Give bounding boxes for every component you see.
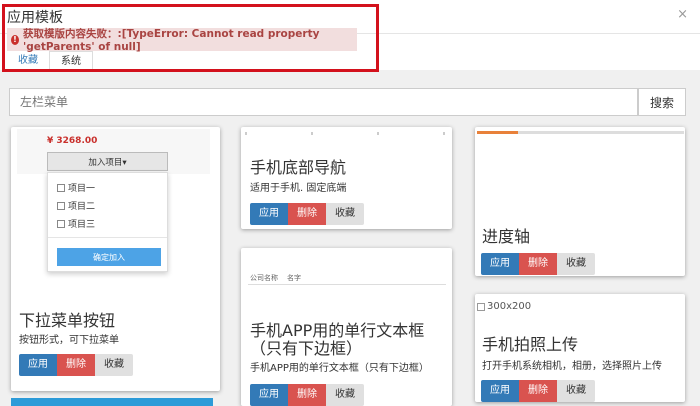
field-label: 公司名称 (250, 274, 278, 282)
card-actions: 应用 删除 收藏 (250, 384, 364, 406)
card-actions: 应用 删除 收藏 (481, 253, 595, 275)
tab-favorites[interactable]: 收藏 (7, 51, 49, 70)
card-description: 手机APP用的单行文本框（只有下边框） (250, 363, 429, 374)
checkbox[interactable] (57, 219, 65, 228)
card-title: 进度轴 (482, 227, 531, 246)
dropdown-menu: 项目一 项目二 项目三 确定加入 (47, 172, 168, 272)
dialog-title: 应用模板 (7, 10, 63, 26)
broken-image-icon (477, 302, 485, 311)
confirm-add-button[interactable]: 确定加入 (57, 248, 161, 266)
dropdown-item-label: 项目三 (68, 220, 96, 230)
apply-button[interactable]: 应用 (250, 203, 288, 225)
delete-button[interactable]: 删除 (288, 384, 326, 406)
dropdown-divider (48, 237, 167, 238)
card-actions: 应用 删除 收藏 (481, 380, 595, 402)
add-to-project-dropdown[interactable]: 加入项目▾ (47, 152, 168, 171)
card-title: 手机底部导航 (250, 158, 347, 177)
error-icon: ! (11, 34, 19, 45)
price-label: ¥ 3268.00 (47, 136, 98, 146)
search-button[interactable]: 搜索 (638, 88, 686, 116)
apply-button[interactable]: 应用 (481, 253, 519, 275)
field-label: 名字 (287, 274, 301, 282)
card-description: 按钮形式，可下拉菜单 (19, 335, 119, 346)
card-title-line2: （只有下边框） (250, 339, 363, 358)
progress-fill (477, 131, 519, 134)
error-message: 获取模版内容失败：:[TypeError: Cannot read proper… (23, 28, 320, 53)
dropdown-item[interactable]: 项目一 (57, 181, 95, 194)
card-description: 打开手机系统相机，相册，选择照片上传 (482, 361, 662, 372)
checkbox[interactable] (57, 183, 65, 192)
favorite-button[interactable]: 收藏 (95, 354, 133, 376)
favorite-button[interactable]: 收藏 (557, 380, 595, 402)
card-title: 手机拍照上传 (482, 335, 579, 354)
favorite-button[interactable]: 收藏 (326, 203, 364, 225)
image-alt-text: 300x200 (487, 301, 532, 312)
tab-bar: 收藏 系统 (7, 51, 93, 70)
error-alert: ! 获取模版内容失败：:[TypeError: Cannot read prop… (7, 28, 357, 53)
image-placeholder: 300x200 (477, 301, 531, 312)
search-input[interactable] (9, 88, 638, 116)
delete-button[interactable]: 删除 (519, 380, 557, 402)
apply-button[interactable]: 应用 (481, 380, 519, 402)
dropdown-item-label: 项目一 (68, 184, 96, 194)
card-actions: 应用 删除 收藏 (19, 354, 133, 376)
tab-system[interactable]: 系统 (49, 51, 93, 70)
progress-track (477, 131, 684, 134)
dropdown-item-label: 项目二 (68, 202, 96, 212)
apply-button[interactable]: 应用 (250, 384, 288, 406)
delete-button[interactable]: 删除 (519, 253, 557, 275)
delete-button[interactable]: 删除 (57, 354, 95, 376)
input-underline (248, 284, 446, 285)
apply-button[interactable]: 应用 (19, 354, 57, 376)
delete-button[interactable]: 删除 (288, 203, 326, 225)
dropdown-item[interactable]: 项目三 (57, 217, 95, 230)
card-title: 下拉菜单按钮 (19, 311, 116, 330)
favorite-button[interactable]: 收藏 (326, 384, 364, 406)
favorite-button[interactable]: 收藏 (557, 253, 595, 275)
next-card-preview (11, 398, 213, 406)
card-title: 手机APP用的单行文本框 (250, 321, 425, 340)
mini-nav-preview (245, 132, 445, 136)
card-description: 适用于手机. 固定底端 (250, 183, 347, 194)
close-icon[interactable]: × (677, 7, 688, 22)
card-actions: 应用 删除 收藏 (250, 203, 364, 225)
checkbox[interactable] (57, 201, 65, 210)
dropdown-item[interactable]: 项目二 (57, 199, 95, 212)
